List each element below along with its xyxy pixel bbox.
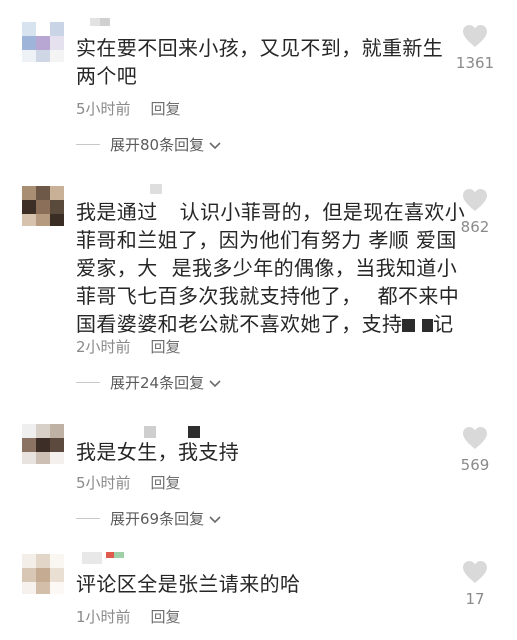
comment-meta: 1小时前 回复	[76, 606, 181, 627]
chevron-down-icon	[209, 141, 221, 149]
like-button[interactable]: 17	[447, 560, 503, 608]
like-button[interactable]: 569	[447, 426, 503, 474]
comment-list: 实在要不回来小孩，又见不到，就重新生两个吧 5小时前 回复 展开80条回复 136…	[0, 0, 517, 640]
comment-item: 我是通过 认识小菲哥的，但是现在喜欢小菲哥和兰姐了，因为他们有努力 孝顺 爱国爱家…	[0, 170, 517, 410]
avatar[interactable]	[22, 554, 64, 594]
comment-item: 我是女生，我支持 5小时前 回复 展开69条回复 569	[0, 410, 517, 540]
like-count: 17	[465, 590, 485, 608]
heart-icon	[463, 561, 487, 583]
comment-time: 2小时前	[76, 338, 131, 356]
heart-icon	[463, 189, 487, 211]
redaction-mask	[157, 260, 172, 279]
chevron-down-icon	[209, 515, 221, 523]
comment-text: 实在要不回来小孩，又见不到，就重新生两个吧	[76, 36, 444, 88]
expand-replies-button[interactable]: 展开69条回复	[76, 508, 222, 529]
like-button[interactable]: 1361	[447, 24, 503, 72]
avatar[interactable]	[22, 186, 64, 226]
reply-button[interactable]: 回复	[151, 474, 181, 492]
comment-item: 评论区全是张兰请来的哈 1小时前 回复 17	[0, 540, 517, 640]
expand-replies-label: 展开24条回复	[110, 374, 205, 392]
like-count: 862	[460, 218, 490, 236]
expand-replies-label: 展开80条回复	[110, 136, 205, 154]
comment-text: 我是女生，我支持	[76, 438, 456, 466]
reply-button[interactable]: 回复	[151, 100, 181, 118]
comment-meta: 5小时前 回复	[76, 472, 181, 493]
divider	[76, 382, 100, 383]
comment-item: 实在要不回来小孩，又见不到，就重新生两个吧 5小时前 回复 展开80条回复 136…	[0, 0, 517, 170]
reply-button[interactable]: 回复	[151, 608, 181, 626]
reply-button[interactable]: 回复	[151, 338, 181, 356]
heart-icon	[463, 25, 487, 47]
comment-text: 评论区全是张兰请来的哈	[76, 572, 301, 596]
like-count: 1361	[455, 54, 495, 72]
redaction-mask	[157, 204, 180, 223]
redaction-mask	[239, 444, 262, 463]
comment-time: 1小时前	[76, 608, 131, 626]
like-button[interactable]: 862	[447, 188, 503, 236]
expand-replies-button[interactable]: 展开24条回复	[76, 372, 222, 393]
like-count: 569	[460, 456, 490, 474]
comment-text: 我是通过 认识小菲哥的，但是现在喜欢小菲哥和兰姐了，因为他们有努力 孝顺 爱国爱家…	[76, 200, 466, 336]
redaction-mask	[422, 319, 434, 332]
chevron-down-icon	[209, 379, 221, 387]
avatar[interactable]	[22, 424, 64, 464]
redaction-mask	[402, 319, 416, 332]
redaction-mask	[361, 288, 378, 307]
expand-replies-button[interactable]: 展开80条回复	[76, 134, 222, 155]
heart-icon	[463, 427, 487, 449]
comment-time: 5小时前	[76, 474, 131, 492]
avatar[interactable]	[22, 22, 64, 62]
divider	[76, 144, 100, 145]
expand-replies-label: 展开69条回复	[110, 510, 205, 528]
comment-time: 5小时前	[76, 100, 131, 118]
comment-meta: 2小时前 回复	[76, 336, 181, 357]
comment-meta: 5小时前 回复	[76, 98, 181, 119]
divider	[76, 518, 100, 519]
